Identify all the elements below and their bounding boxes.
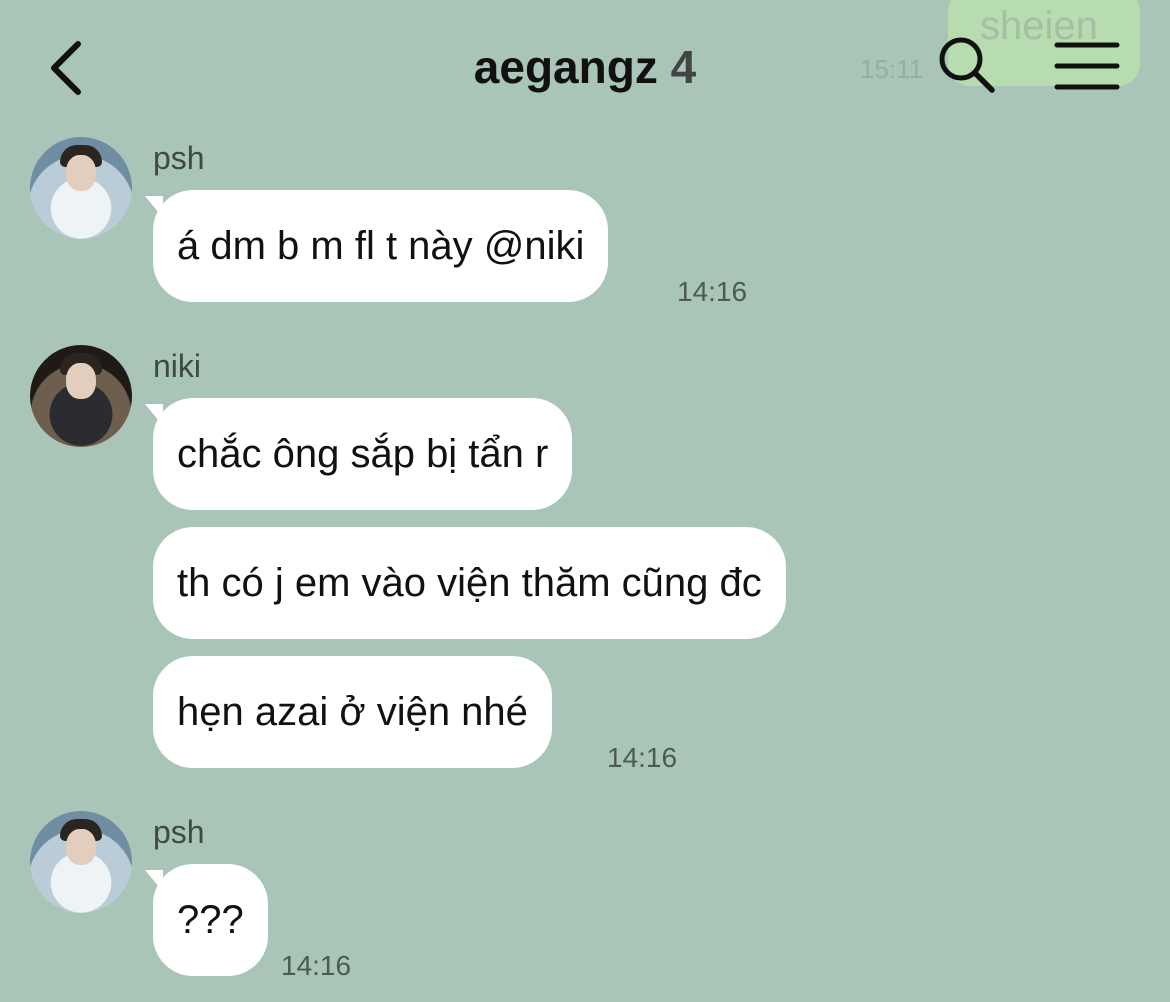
message-time: 14:16 <box>677 276 748 307</box>
message-bubble[interactable]: th có j em vào viện thăm cũng đc <box>153 527 786 639</box>
hamburger-menu-icon <box>1054 42 1120 90</box>
message-text: hẹn azai ở viện nhé <box>177 690 528 734</box>
search-button[interactable] <box>936 34 998 96</box>
message-bubble[interactable]: ??? <box>153 864 268 976</box>
message-bubble[interactable]: hẹn azai ở viện nhé <box>153 656 552 768</box>
message-text: á dm b m fl t này @niki <box>177 224 585 268</box>
chat-header: sheien 15:11 aegangz 4 <box>0 0 1170 130</box>
avatar-niki[interactable] <box>30 345 132 447</box>
message-time: 14:16 <box>281 950 352 981</box>
message-text: th có j em vào viện thăm cũng đc <box>177 561 762 605</box>
sender-name: psh <box>153 814 205 850</box>
message-bubble[interactable]: chắc ông sắp bị tẩn r <box>153 398 573 510</box>
search-icon <box>939 37 995 93</box>
sender-name: psh <box>153 140 205 176</box>
message-bubble[interactable]: á dm b m fl t này @niki <box>153 190 609 302</box>
avatar-psh[interactable] <box>30 137 132 239</box>
group-name: aegangz <box>473 41 658 93</box>
message-text: ??? <box>177 898 244 942</box>
message-text: chắc ông sắp bị tẩn r <box>177 432 549 476</box>
message-time: 14:16 <box>607 742 678 773</box>
avatar-psh[interactable] <box>30 811 132 913</box>
member-count: 4 <box>670 41 697 93</box>
sender-name: niki <box>153 348 202 384</box>
menu-button[interactable] <box>1054 40 1120 92</box>
